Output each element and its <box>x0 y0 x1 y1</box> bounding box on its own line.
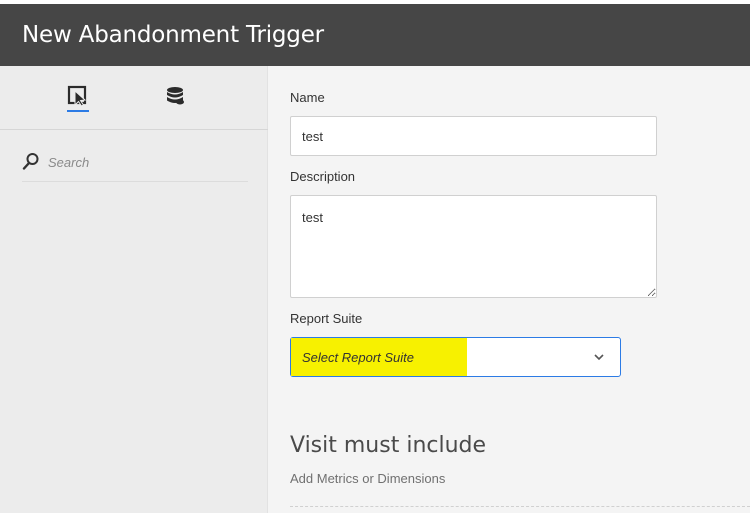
left-panel <box>0 66 268 513</box>
drop-zone[interactable] <box>290 506 750 507</box>
chevron-down-icon <box>594 354 604 361</box>
database-icon <box>167 87 184 105</box>
panel-tabs <box>0 66 268 130</box>
trigger-form: Name Description test Report Suite Selec… <box>268 66 750 513</box>
search-input[interactable] <box>48 150 244 174</box>
search-icon <box>22 153 39 170</box>
report-suite-select[interactable]: Select Report Suite <box>290 337 621 377</box>
search-box <box>22 150 248 182</box>
report-suite-value: Select Report Suite <box>302 350 415 365</box>
description-label: Description <box>290 169 356 184</box>
name-label: Name <box>290 90 325 105</box>
header-bar: New Abandonment Trigger <box>0 0 750 66</box>
tab-data[interactable] <box>163 84 189 114</box>
page-title: New Abandonment Trigger <box>22 22 324 48</box>
description-field[interactable]: test <box>290 195 657 298</box>
visit-section-subtitle: Add Metrics or Dimensions <box>290 471 446 486</box>
name-field[interactable] <box>290 116 657 156</box>
report-suite-label: Report Suite <box>290 311 363 326</box>
tab-components[interactable] <box>65 84 91 114</box>
active-tab-indicator <box>67 110 89 112</box>
cursor-select-icon <box>67 85 87 107</box>
visit-section-title: Visit must include <box>290 433 487 458</box>
